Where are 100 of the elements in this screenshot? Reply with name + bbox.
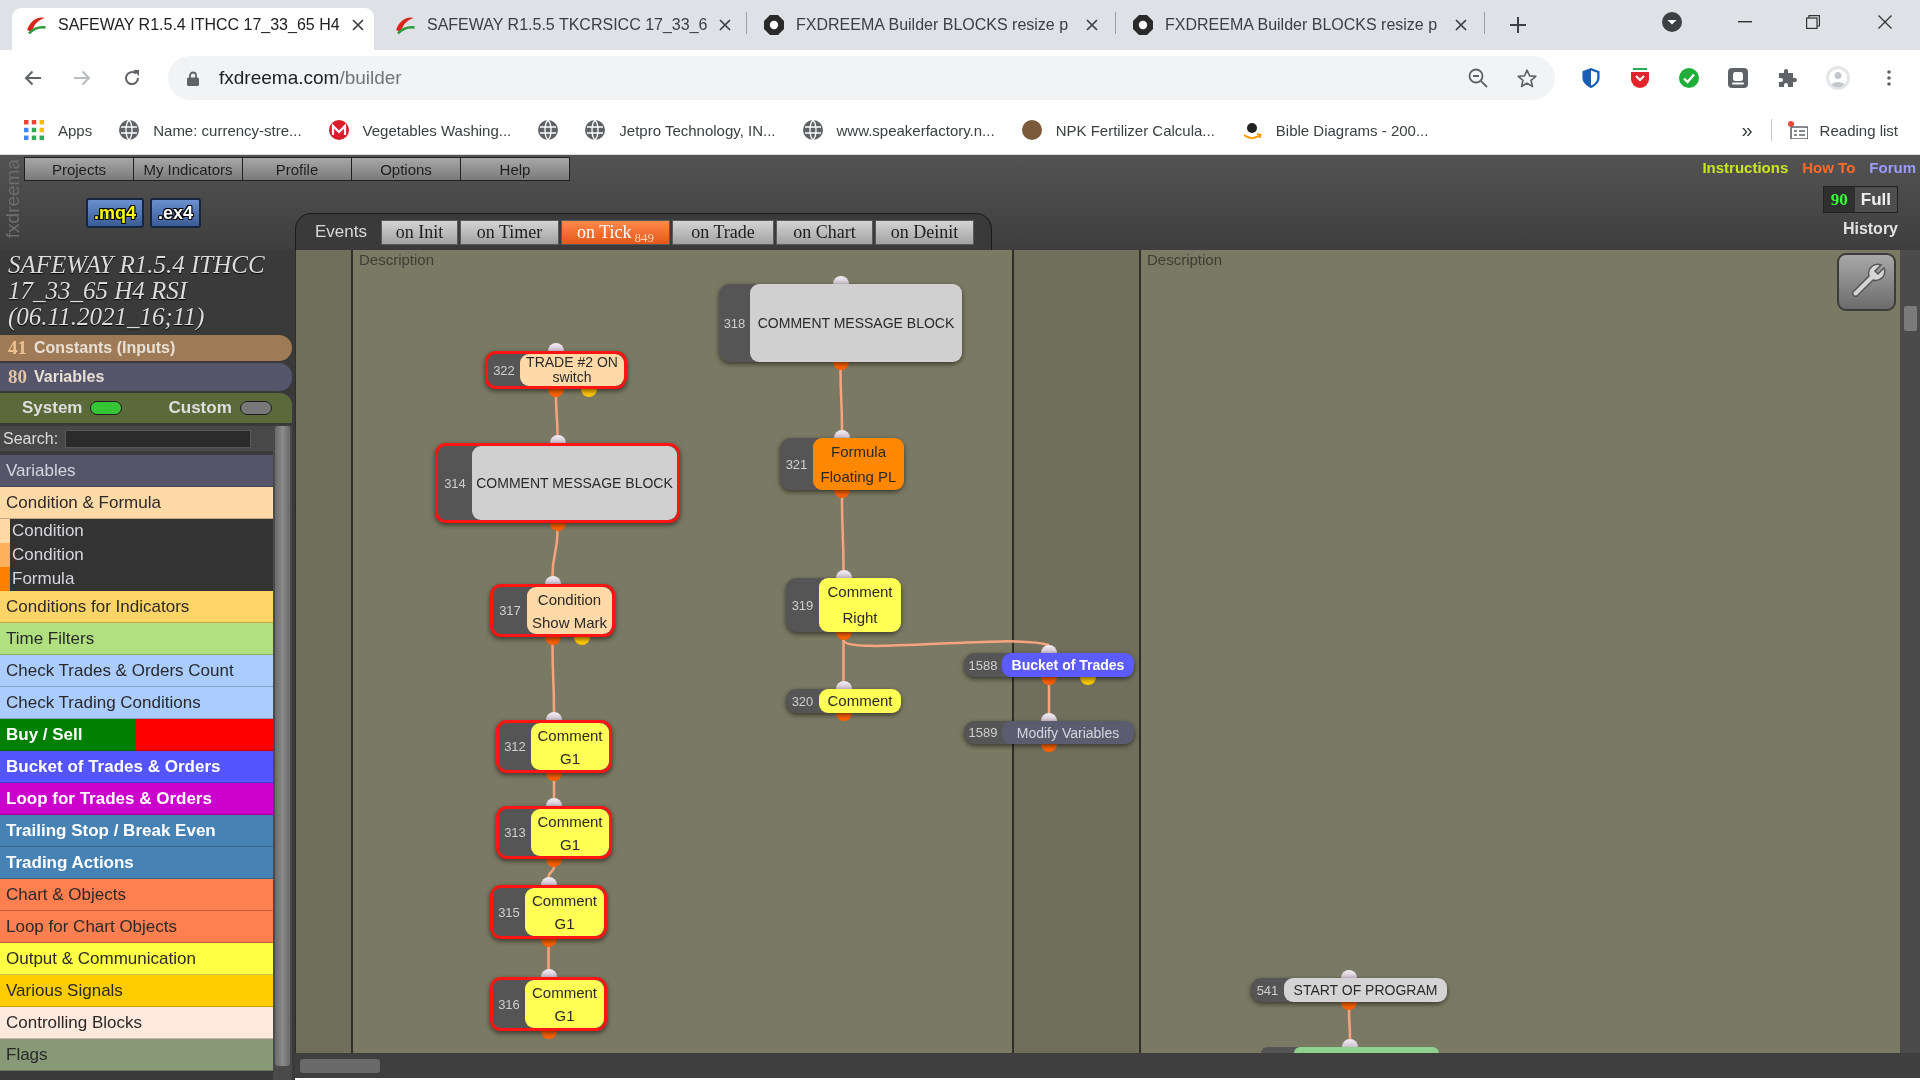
pocket-icon[interactable] (1630, 68, 1650, 88)
reading-list-button[interactable]: Reading list (1787, 121, 1898, 139)
close-icon[interactable] (719, 19, 732, 31)
scrollbar[interactable] (273, 426, 292, 1080)
browser-tab[interactable]: SAFEWAY R1.5.4 ITHCC 17_33_65 H4 (12, 8, 374, 50)
search-field[interactable] (65, 429, 252, 448)
more-bookmarks-button[interactable]: » (1741, 118, 1753, 142)
scrollbar[interactable] (295, 1053, 1920, 1078)
variables-bar[interactable]: 80 Variables (0, 363, 292, 391)
scrollbar[interactable] (1900, 250, 1920, 1053)
flow-block[interactable]: 1589 Modify Variables (964, 721, 1134, 744)
bookmark[interactable] (538, 120, 559, 140)
category-item[interactable]: Conditions for Indicators (0, 591, 273, 623)
puzzle-icon[interactable] (1777, 68, 1797, 88)
category-item[interactable]: Time Filters (0, 623, 273, 655)
output-port-icon[interactable] (835, 713, 852, 721)
output-port-icon[interactable] (573, 637, 590, 645)
event-tab[interactable]: on Deinit (875, 219, 974, 245)
input-port-icon[interactable] (835, 570, 852, 578)
minimize-icon[interactable] (1738, 21, 1752, 23)
close-icon[interactable] (1086, 19, 1098, 31)
category-item[interactable]: Output & Communication (0, 943, 273, 975)
menu-icon[interactable] (1887, 70, 1891, 86)
input-port-icon[interactable] (540, 969, 557, 977)
menu-button[interactable]: Help (460, 157, 570, 181)
event-tab[interactable]: on Init (381, 219, 458, 245)
square-tile-icon[interactable] (1728, 68, 1748, 88)
output-port-icon[interactable] (832, 362, 849, 370)
bookmark[interactable]: Apps (24, 120, 93, 140)
input-port-icon[interactable] (832, 276, 849, 284)
back-icon[interactable] (24, 70, 42, 86)
flow-block[interactable]: 318 COMMENT MESSAGE BLOCK (719, 284, 962, 362)
forward-icon[interactable] (73, 70, 91, 86)
category-item[interactable]: Loop for Chart Objects (0, 911, 273, 943)
output-port-icon[interactable] (1041, 677, 1057, 685)
category-item[interactable]: Trading Actions (0, 847, 273, 879)
category-item[interactable]: Trailing Stop / Break Even (0, 815, 273, 847)
export-button[interactable]: .ex4 (150, 198, 202, 228)
category-item[interactable]: Variables (0, 455, 273, 487)
menu-button[interactable]: Profile (242, 157, 352, 181)
category-item[interactable]: Check Trades & Orders Count (0, 655, 273, 687)
category-item[interactable]: Condition (0, 519, 273, 543)
address-bar[interactable]: fxdreema.com/builder (168, 56, 1555, 100)
category-item[interactable]: Check Trading Conditions (0, 687, 273, 719)
restore-icon[interactable] (1806, 15, 1820, 29)
browser-tab[interactable]: SAFEWAY R1.5.5 TKCRSICC 17_33_6 (381, 8, 743, 50)
toggle-switch[interactable] (90, 401, 123, 415)
tools-button[interactable] (1837, 253, 1896, 311)
zoom-out-icon[interactable] (1468, 68, 1488, 88)
event-tab[interactable]: on Trade (672, 219, 774, 245)
menu-button[interactable]: My Indicators (133, 157, 243, 181)
bookmark[interactable]: Name: currency-stre... (119, 120, 302, 140)
browser-tab[interactable]: FXDREEMA Builder BLOCKS resize p (1119, 8, 1481, 50)
browser-tab[interactable]: FXDREEMA Builder BLOCKS resize p (750, 8, 1112, 50)
bookmark[interactable]: NPK Fertilizer Calcula... (1021, 120, 1215, 140)
flow-block[interactable]: 1588 Bucket of Trades (964, 653, 1134, 677)
close-icon[interactable] (351, 19, 364, 31)
bookmark[interactable]: Jetpro Technology, IN... (585, 120, 776, 140)
output-port-icon[interactable] (540, 939, 557, 947)
category-item[interactable]: Various Signals (0, 975, 273, 1007)
input-port-icon[interactable] (1341, 970, 1357, 978)
help-link[interactable]: Instructions (1702, 159, 1789, 176)
input-port-icon[interactable] (546, 798, 562, 806)
category-item[interactable]: Flags (0, 1039, 273, 1071)
category-item[interactable]: Buy / Sell (0, 719, 273, 751)
output-port-icon[interactable] (1341, 1002, 1357, 1010)
input-port-icon[interactable] (549, 435, 566, 443)
check-circle-icon[interactable] (1679, 68, 1699, 88)
category-item[interactable]: Condition (0, 543, 273, 567)
flow-block[interactable]: 320 Comment (786, 689, 901, 713)
flow-block[interactable]: 321 Formula Floating PL (780, 438, 904, 490)
flow-block[interactable]: 314 COMMENT MESSAGE BLOCK (435, 443, 680, 523)
input-port-icon[interactable] (1342, 1039, 1358, 1047)
toggle-switch[interactable] (239, 401, 272, 415)
output-port-icon[interactable] (581, 389, 597, 397)
output-port-icon[interactable] (1080, 677, 1096, 685)
menu-button[interactable]: Options (351, 157, 461, 181)
output-port-icon[interactable] (544, 637, 561, 645)
star-icon[interactable] (1517, 68, 1537, 88)
plus-icon[interactable] (1510, 17, 1526, 33)
output-port-icon[interactable] (835, 632, 852, 640)
output-port-icon[interactable] (1041, 744, 1057, 752)
event-tab[interactable]: on Chart (776, 219, 873, 245)
event-tab[interactable]: on Timer (460, 219, 559, 245)
reload-icon[interactable] (123, 69, 141, 87)
history-toggle[interactable]: 90 Full (1822, 186, 1898, 213)
output-port-icon[interactable] (546, 773, 562, 781)
category-item[interactable]: Loop for Trades & Orders (0, 783, 273, 815)
input-port-icon[interactable] (834, 430, 850, 438)
output-port-icon[interactable] (834, 490, 850, 498)
category-item[interactable]: Chart & Objects (0, 879, 273, 911)
output-port-icon[interactable] (549, 523, 566, 531)
input-port-icon[interactable] (835, 681, 852, 689)
bookmark[interactable]: Bible Diagrams - 200... (1241, 120, 1429, 140)
category-item[interactable]: Formula (0, 567, 273, 591)
input-port-icon[interactable] (548, 343, 564, 351)
caret-down-icon[interactable] (1662, 12, 1682, 32)
output-port-icon[interactable] (548, 389, 564, 397)
output-port-icon[interactable] (546, 859, 562, 867)
category-item[interactable]: Controlling Blocks (0, 1007, 273, 1039)
